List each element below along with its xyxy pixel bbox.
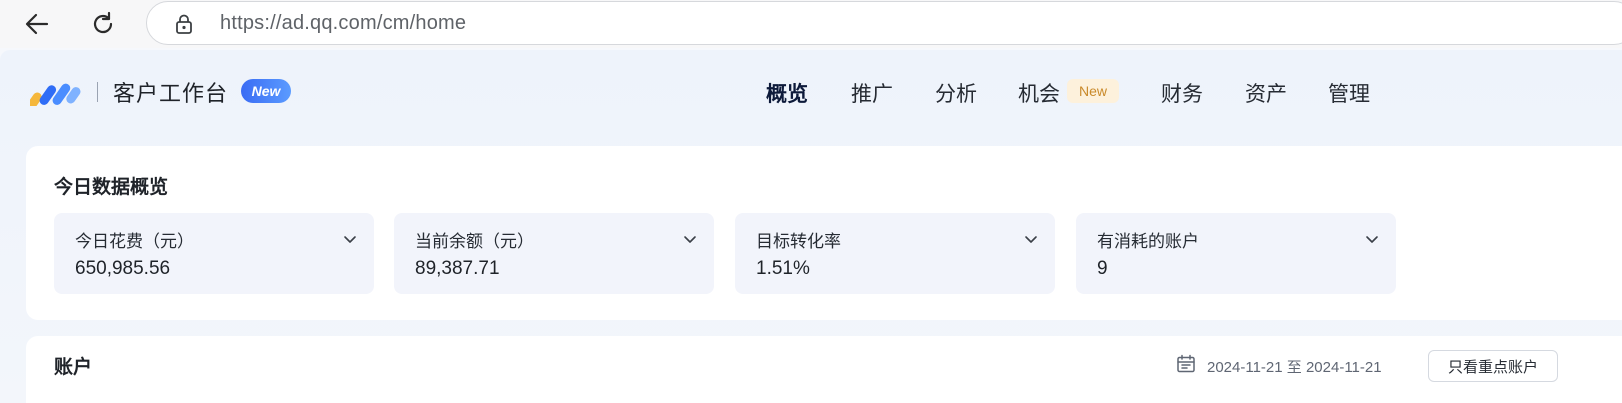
metric-value: 9: [1097, 258, 1108, 279]
metric-card-balance[interactable]: 当前余额（元） 89,387.71: [394, 213, 714, 294]
arrow-left-icon: [25, 13, 49, 35]
reload-icon: [93, 11, 113, 34]
nav-item-finance[interactable]: 财务: [1161, 78, 1203, 108]
address-bar[interactable]: https://ad.qq.com/cm/home: [146, 1, 1622, 45]
metric-card-spend[interactable]: 今日花费（元） 650,985.56: [54, 213, 374, 294]
metric-label: 当前余额（元）: [415, 232, 534, 252]
brand-divider: [97, 82, 98, 102]
nav-item-overview[interactable]: 概览: [766, 78, 808, 108]
metric-label: 有消耗的账户: [1097, 232, 1199, 252]
date-range-picker[interactable]: 2024-11-21 至 2024-11-21: [1207, 356, 1382, 377]
metric-value: 1.51%: [756, 258, 810, 279]
chevron-down-icon[interactable]: [682, 231, 698, 247]
lock-icon[interactable]: [173, 13, 195, 35]
nav-item-promotion[interactable]: 推广: [851, 78, 893, 108]
metric-label: 目标转化率: [756, 232, 841, 252]
account-card: [26, 336, 1622, 403]
opportunity-new-badge: New: [1067, 79, 1119, 103]
metric-card-conversion[interactable]: 目标转化率 1.51%: [735, 213, 1055, 294]
back-button[interactable]: [20, 7, 54, 41]
chevron-down-icon[interactable]: [342, 231, 358, 247]
brand-logo-icon[interactable]: [28, 78, 82, 110]
url-text[interactable]: https://ad.qq.com/cm/home: [220, 12, 466, 35]
reload-button[interactable]: [86, 7, 120, 41]
calendar-icon[interactable]: [1176, 354, 1196, 374]
nav-item-assets[interactable]: 资产: [1245, 78, 1287, 108]
chevron-down-icon[interactable]: [1023, 231, 1039, 247]
nav-item-opportunity[interactable]: 机会: [1018, 78, 1060, 108]
metric-value: 650,985.56: [75, 258, 171, 279]
overview-title: 今日数据概览: [54, 176, 169, 198]
brand-title[interactable]: 客户工作台: [113, 76, 228, 108]
brand-new-badge: New: [241, 79, 291, 103]
nav-item-analysis[interactable]: 分析: [935, 78, 977, 108]
chevron-down-icon[interactable]: [1364, 231, 1380, 247]
account-title: 账户: [54, 356, 93, 378]
key-accounts-button[interactable]: 只看重点账户: [1428, 350, 1558, 382]
nav-item-management[interactable]: 管理: [1328, 78, 1370, 108]
metric-value: 89,387.71: [415, 258, 500, 279]
metric-label: 今日花费（元）: [75, 232, 194, 252]
metric-card-active-accounts[interactable]: 有消耗的账户 9: [1076, 213, 1396, 294]
